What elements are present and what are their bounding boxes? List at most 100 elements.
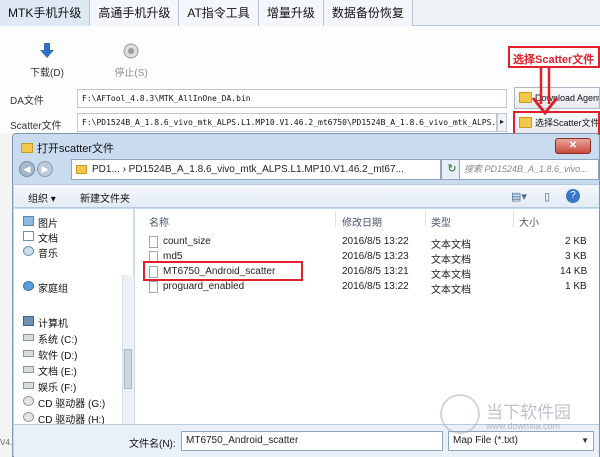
scatter-button-highlight (513, 111, 600, 135)
file-type: 文本文档 (431, 240, 471, 251)
tab-mtk-upgrade[interactable]: MTK手机升级 (0, 0, 91, 26)
tab-at-tool[interactable]: AT指令工具 (179, 0, 259, 26)
stop-icon (123, 43, 139, 59)
watermark-sub: www.downxia.com (486, 421, 561, 431)
tab-qualcomm-upgrade[interactable]: 高通手机升级 (90, 0, 180, 26)
drive-icon (23, 334, 34, 341)
close-icon: ✕ (568, 140, 578, 151)
scatter-file-highlight (143, 261, 303, 281)
text-file-icon (149, 236, 158, 248)
forward-button[interactable]: ▶ (37, 161, 53, 177)
stop-button[interactable]: 停止(S) (106, 42, 156, 79)
nav-item-homegroup[interactable]: 家庭组 (23, 280, 68, 295)
watermark: 当下软件园 www.downxia.com (440, 394, 590, 438)
watermark-logo (440, 394, 480, 434)
column-divider (513, 211, 514, 227)
documents-icon (23, 231, 34, 241)
file-type: 文本文档 (431, 255, 471, 266)
cd-drive-icon (23, 396, 34, 406)
view-options-icon[interactable]: ▤▾ (511, 190, 527, 203)
column-header-modified[interactable]: 修改日期 (342, 214, 382, 229)
file-size: 3 KB (565, 251, 587, 262)
file-name: count_size (163, 236, 211, 247)
nav-label: 文档 (E:) (38, 367, 77, 378)
nav-item-documents[interactable]: 文档 (23, 230, 58, 245)
address-path: PD1... › PD1524B_A_1.8.6_vivo_mtk_ALPS.L… (92, 164, 404, 175)
nav-item-drive-f[interactable]: 娱乐 (F:) (23, 379, 77, 394)
refresh-icon: ↻ (447, 163, 457, 175)
tab-incremental-upgrade[interactable]: 增量升级 (258, 0, 324, 26)
new-folder-button[interactable]: 新建文件夹 (80, 190, 130, 205)
file-size: 2 KB (565, 236, 587, 247)
file-type: 文本文档 (431, 270, 471, 281)
file-modified: 2016/8/5 13:23 (342, 251, 409, 262)
file-type: 文本文档 (431, 285, 471, 296)
app-window: MTK手机升级 高通手机升级 AT指令工具 增量升级 数据备份恢复 下载(D) … (0, 0, 600, 457)
nav-item-computer[interactable]: 计算机 (23, 315, 68, 330)
download-label: 下载(D) (30, 68, 64, 79)
file-row[interactable]: proguard_enabled 2016/8/5 13:22 文本文档 1 K… (145, 280, 589, 296)
column-header-size[interactable]: 大小 (519, 214, 539, 229)
drive-icon (23, 382, 34, 389)
forward-arrow-icon: ▶ (41, 164, 49, 174)
filename-label: 文件名(N): (129, 439, 176, 450)
file-row[interactable]: count_size 2016/8/5 13:22 文本文档 2 KB (145, 235, 589, 251)
drive-icon (23, 366, 34, 373)
column-divider (425, 211, 426, 227)
pictures-icon (23, 216, 34, 226)
address-folder-icon (76, 165, 87, 174)
scatter-scroll-icon[interactable]: ▸ (497, 113, 507, 132)
nav-label: 文档 (38, 234, 58, 245)
organize-menu[interactable]: 组织 ▾ (28, 190, 56, 205)
nav-item-cd-g[interactable]: CD 驱动器 (G:) (23, 395, 106, 410)
scatter-path-field[interactable]: F:\PD1524B_A_1.8.6_vivo_mtk_ALPS.L1.MP10… (77, 113, 497, 132)
nav-label: 家庭组 (38, 284, 68, 295)
nav-scrollbar-thumb[interactable] (124, 349, 132, 389)
da-path-field[interactable]: F:\AFTool_4.8.3\MTK_AllInOne_DA.bin (77, 89, 507, 108)
file-modified: 2016/8/5 13:22 (342, 236, 409, 247)
tab-bar: MTK手机升级 高通手机升级 AT指令工具 增量升级 数据备份恢复 (0, 0, 600, 26)
dialog-folder-icon (21, 143, 33, 153)
nav-label: 娱乐 (F:) (38, 383, 77, 394)
homegroup-icon (23, 281, 34, 291)
file-modified: 2016/8/5 13:22 (342, 281, 409, 292)
nav-item-drive-d[interactable]: 软件 (D:) (23, 347, 78, 362)
nav-label: 软件 (D:) (38, 351, 78, 362)
nav-label: 计算机 (38, 319, 68, 330)
nav-item-pictures[interactable]: 图片 (23, 215, 58, 230)
address-bar[interactable]: PD1... › PD1524B_A_1.8.6_vivo_mtk_ALPS.L… (71, 159, 441, 180)
stop-label: 停止(S) (114, 68, 148, 79)
computer-icon (23, 316, 34, 326)
nav-item-drive-c[interactable]: 系统 (C:) (23, 331, 78, 346)
column-divider (335, 211, 336, 227)
file-size: 1 KB (565, 281, 587, 292)
dialog-title-text: 打开scatter文件 (37, 143, 115, 155)
nav-label: 图片 (38, 219, 58, 230)
help-icon[interactable]: ? (566, 189, 580, 203)
preview-pane-icon[interactable]: ▯ (544, 190, 550, 203)
nav-item-drive-e[interactable]: 文档 (E:) (23, 363, 77, 378)
search-input[interactable]: 搜索 PD1524B_A_1.8.6_vivo... (459, 159, 599, 180)
text-file-icon (149, 281, 158, 293)
download-button[interactable]: 下载(D) (22, 42, 72, 79)
tab-data-backup[interactable]: 数据备份恢复 (323, 0, 413, 26)
close-button[interactable]: ✕ (555, 138, 591, 154)
file-modified: 2016/8/5 13:21 (342, 266, 409, 277)
drive-icon (23, 350, 34, 357)
nav-label: CD 驱动器 (G:) (38, 399, 106, 410)
back-button[interactable]: ◀ (19, 161, 35, 177)
filename-input[interactable]: MT6750_Android_scatter (181, 431, 443, 451)
nav-label: 音乐 (38, 249, 58, 260)
file-list: 名称 修改日期 类型 大小 count_size 2016/8/5 13:22 … (135, 209, 599, 424)
da-label: DA文件 (10, 96, 44, 107)
nav-item-music[interactable]: 音乐 (23, 245, 58, 260)
left-strip (0, 133, 12, 457)
nav-label: 系统 (C:) (38, 335, 78, 346)
column-header-type[interactable]: 类型 (431, 214, 451, 229)
download-arrow-icon (40, 43, 54, 58)
column-header-name[interactable]: 名称 (149, 214, 169, 229)
scatter-label: Scatter文件 (10, 121, 62, 132)
version-label: V4.8.3 (0, 438, 23, 447)
navigation-pane: 图片 文档 音乐 家庭组 计算机 系统 (C:) 软件 (D:) 文档 (E:)… (14, 209, 134, 426)
file-size: 14 KB (560, 266, 588, 277)
